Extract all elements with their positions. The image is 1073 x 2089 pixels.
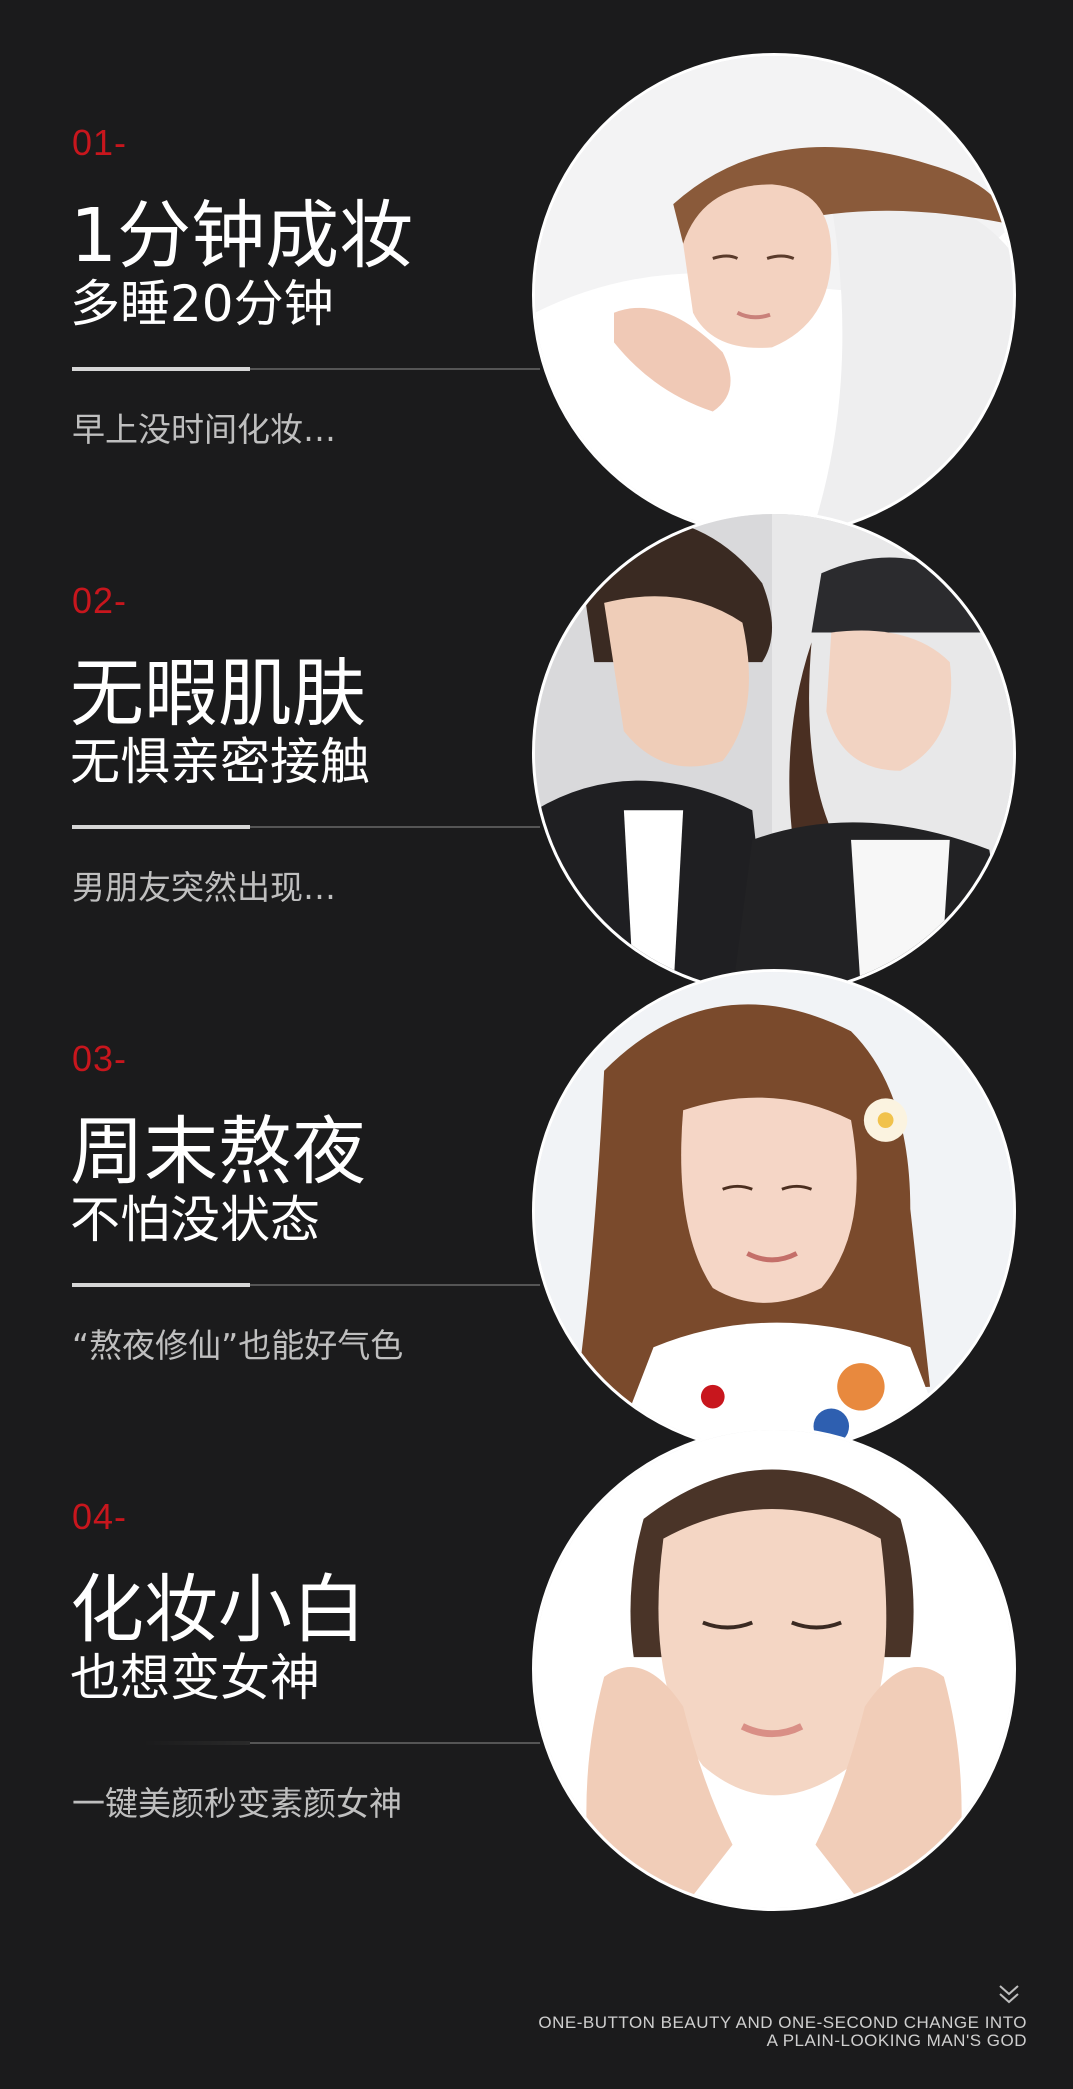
section-description: 男朋友突然出现… <box>72 868 336 907</box>
section-number: 02- <box>72 580 128 621</box>
footer-tagline: ONE-BUTTON BEAUTY AND ONE-SECOND CHANGE … <box>538 2014 1027 2050</box>
photo-woman-hands-on-face <box>532 1427 1016 1911</box>
divider-highlight <box>72 1741 250 1745</box>
section-title: 周末熬夜 <box>70 1109 366 1195</box>
section-subtitle: 无惧亲密接触 <box>70 733 370 791</box>
footer-line-2: A PLAIN-LOOKING MAN'S GOD <box>766 2031 1027 2050</box>
section-number: 01- <box>72 122 128 163</box>
feature-section-1: 01- 1分钟成妆 多睡20分钟 早上没时间化妆… <box>0 0 1073 537</box>
footer-line-1: ONE-BUTTON BEAUTY AND ONE-SECOND CHANGE … <box>538 2013 1027 2032</box>
feature-section-3: 03- 周末熬夜 不怕没状态 “熬夜修仙”也能好气色 <box>0 916 1073 1453</box>
section-number: 03- <box>72 1038 128 1079</box>
woman-hands-illustration <box>535 1430 1013 1908</box>
section-description: “熬夜修仙”也能好气色 <box>72 1326 404 1365</box>
divider-highlight <box>72 367 250 371</box>
section-subtitle: 多睡20分钟 <box>70 275 334 333</box>
feature-section-2: 02- 无暇肌肤 无惧亲密接触 男朋友突然出现… <box>0 458 1073 995</box>
divider-line <box>250 826 540 828</box>
divider-highlight <box>72 825 250 829</box>
double-chevron-down-icon <box>999 1985 1019 2004</box>
section-subtitle: 也想变女神 <box>70 1649 320 1707</box>
divider-highlight <box>72 1283 250 1287</box>
section-number: 04- <box>72 1496 128 1537</box>
divider-line <box>250 1284 540 1286</box>
divider-line <box>250 1742 540 1744</box>
section-title: 1分钟成妆 <box>70 193 414 279</box>
section-description: 早上没时间化妆… <box>72 410 336 449</box>
feature-section-4: 04- 化妆小白 也想变女神 一键美颜秒变素颜女神 <box>0 1374 1073 1911</box>
section-title: 化妆小白 <box>70 1567 366 1653</box>
section-subtitle: 不怕没状态 <box>70 1191 320 1249</box>
divider-line <box>250 368 540 370</box>
section-description: 一键美颜秒变素颜女神 <box>72 1784 402 1823</box>
section-title: 无暇肌肤 <box>70 651 366 737</box>
